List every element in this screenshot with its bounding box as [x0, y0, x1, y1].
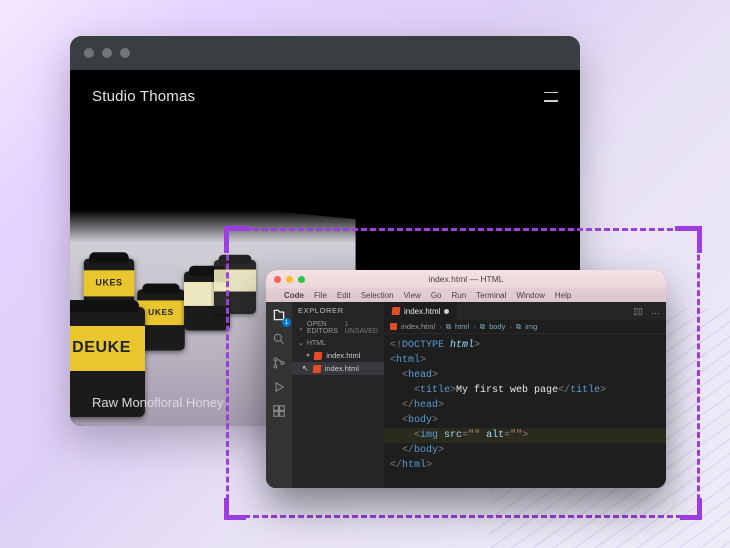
open-editors-header[interactable]: ⌄ OPEN EDITORS 1 UNSAVED — [292, 319, 384, 337]
chevron-down-icon: ⌄ — [298, 339, 304, 347]
html-file-icon — [390, 323, 397, 330]
tab-index-html[interactable]: index.html — [384, 302, 458, 320]
editor-tabs: index.html ▯▯ … — [384, 302, 666, 320]
search-icon[interactable] — [272, 332, 286, 346]
menu-go[interactable]: Go — [431, 291, 442, 300]
explorer-title: EXPLORER — [292, 302, 384, 319]
editor-area: index.html ▯▯ … index.html › ⧉html › ⧉bo… — [384, 302, 666, 488]
hero-caption: Raw Monofloral Honey — [92, 395, 224, 410]
tab-actions: ▯▯ … — [627, 302, 666, 320]
jar-image — [214, 260, 256, 314]
breadcrumb-part: html — [455, 322, 469, 331]
tab-label: index.html — [404, 307, 440, 316]
hamburger-icon[interactable] — [544, 92, 558, 102]
explorer-badge: 1 — [282, 318, 291, 327]
browser-titlebar — [70, 36, 580, 70]
file-name: index.html — [326, 351, 360, 360]
vscode-window: index.html — HTML Code File Edit Selecti… — [266, 270, 666, 488]
menu-help[interactable]: Help — [555, 291, 571, 300]
menu-terminal[interactable]: Terminal — [476, 291, 506, 300]
file-item[interactable]: ↖ index.html — [292, 362, 384, 375]
close-icon[interactable] — [274, 276, 281, 283]
activity-bar: 1 — [266, 302, 292, 488]
file-name: index.html — [325, 364, 359, 373]
html-file-icon — [312, 365, 321, 373]
folder-name: HTML — [307, 340, 326, 347]
menu-app[interactable]: Code — [284, 291, 304, 300]
modified-dot-icon — [444, 309, 449, 314]
menu-edit[interactable]: Edit — [337, 291, 351, 300]
traffic-light-dot — [120, 48, 130, 58]
unsaved-count: 1 UNSAVED — [345, 321, 378, 335]
html-file-icon — [392, 307, 401, 315]
mac-titlebar: index.html — HTML — [266, 270, 666, 288]
source-control-icon[interactable] — [272, 356, 286, 370]
menu-window[interactable]: Window — [516, 291, 544, 300]
maximize-icon[interactable] — [298, 276, 305, 283]
site-title: Studio Thomas — [92, 88, 195, 105]
modified-indicator: ● — [306, 352, 310, 359]
jar-label: DEUKE — [70, 326, 145, 370]
run-debug-icon[interactable] — [272, 380, 286, 394]
breadcrumb-part: body — [489, 322, 505, 331]
file-item[interactable]: ● index.html — [292, 349, 384, 362]
menu-file[interactable]: File — [314, 291, 327, 300]
traffic-light-dot — [84, 48, 94, 58]
site-header: Studio Thomas — [92, 88, 558, 105]
explorer-icon[interactable]: 1 — [272, 308, 286, 322]
breadcrumbs[interactable]: index.html › ⧉html › ⧉body › ⧉img — [384, 320, 666, 334]
extensions-icon[interactable] — [272, 404, 286, 418]
code-editor[interactable]: <!DOCTYPE html> <html> <head> <title>My … — [384, 334, 666, 488]
chevron-down-icon: ⌄ — [298, 324, 304, 332]
menu-run[interactable]: Run — [451, 291, 466, 300]
split-editor-icon[interactable]: ▯▯ — [633, 306, 643, 317]
window-title: index.html — HTML — [266, 274, 666, 284]
jar-label: UKES — [84, 271, 134, 297]
menu-selection[interactable]: Selection — [361, 291, 394, 300]
mac-menubar: Code File Edit Selection View Go Run Ter… — [266, 288, 666, 302]
more-icon[interactable]: … — [651, 306, 660, 316]
folder-header[interactable]: ⌄ HTML — [292, 337, 384, 349]
traffic-light-dot — [102, 48, 112, 58]
menu-view[interactable]: View — [404, 291, 421, 300]
html-file-icon — [314, 352, 323, 360]
open-editors-label: OPEN EDITORS — [307, 321, 342, 335]
breadcrumb-part: img — [525, 322, 537, 331]
jar-label — [214, 269, 256, 291]
explorer-sidebar: EXPLORER ⌄ OPEN EDITORS 1 UNSAVED ⌄ HTML… — [292, 302, 384, 488]
breadcrumb-file: index.html — [401, 322, 435, 331]
minimize-icon[interactable] — [286, 276, 293, 283]
cursor-icon: ↖ — [302, 364, 309, 373]
